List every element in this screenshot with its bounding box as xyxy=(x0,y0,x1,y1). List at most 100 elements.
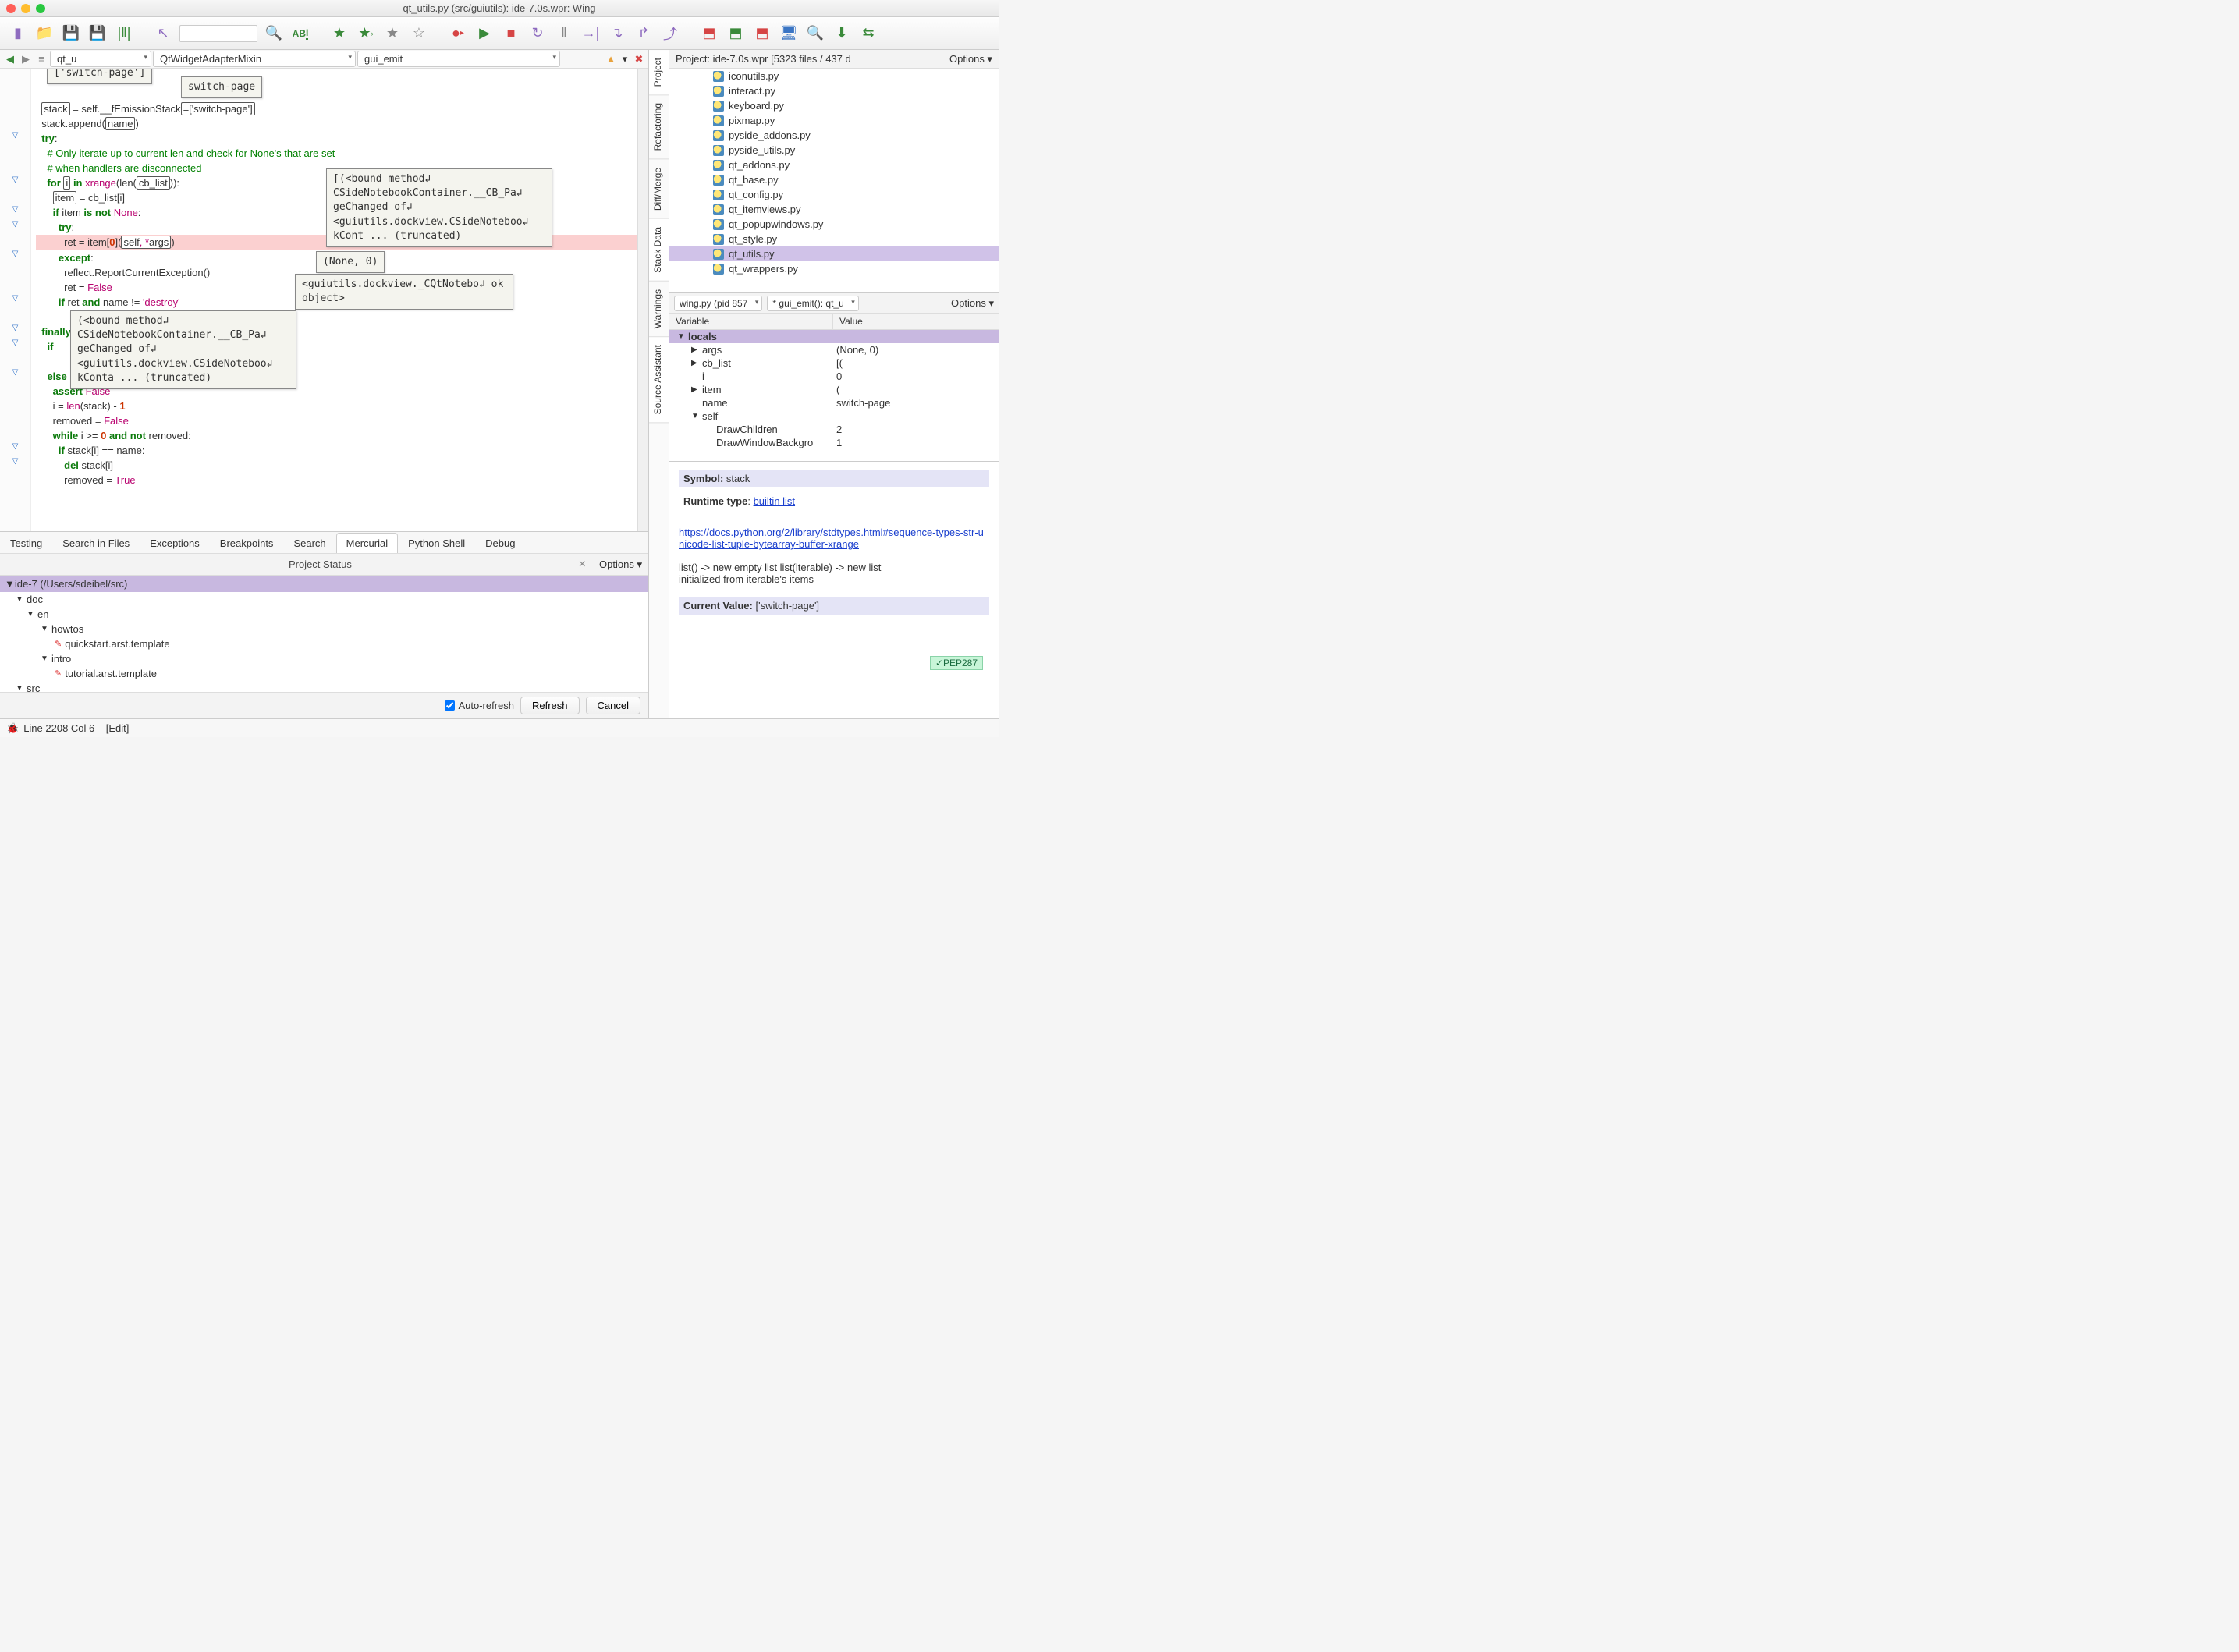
fold-icon[interactable]: ▽ xyxy=(0,457,30,472)
stack-row[interactable]: i0 xyxy=(669,370,999,383)
tab-debug[interactable]: Debug xyxy=(475,533,525,553)
project-file[interactable]: qt_base.py xyxy=(669,172,999,187)
options-link[interactable]: Options ▾ xyxy=(951,297,994,310)
tree-root[interactable]: ▼ide-7 (/Users/sdeibel/src) xyxy=(0,576,648,592)
nav-fwd-icon[interactable]: ▶ xyxy=(19,53,33,66)
project-file[interactable]: qt_config.py xyxy=(669,187,999,202)
warning-icon[interactable]: ▲ xyxy=(605,53,617,66)
stack-row[interactable]: ▶item( xyxy=(669,383,999,396)
project-file[interactable]: qt_style.py xyxy=(669,232,999,246)
pause-icon[interactable]: ‖ xyxy=(554,23,574,44)
open-folder-icon[interactable]: 📁 xyxy=(34,23,55,44)
stack-row[interactable]: ▼self xyxy=(669,409,999,423)
fold-icon[interactable]: ▽ xyxy=(0,442,30,457)
fold-icon[interactable]: ▽ xyxy=(0,131,30,146)
tab-python-shell[interactable]: Python Shell xyxy=(398,533,475,553)
fold-icon[interactable]: ▽ xyxy=(0,294,30,309)
tree-row[interactable]: ▼en xyxy=(0,607,648,622)
stack-row[interactable]: nameswitch-page xyxy=(669,396,999,409)
tab-search-in-files[interactable]: Search in Files xyxy=(52,533,140,553)
stack-row[interactable]: ▶args(None, 0) xyxy=(669,343,999,356)
bug-icon[interactable]: 🐞 xyxy=(6,722,19,735)
class-selector[interactable]: QtWidgetAdapterMixin xyxy=(153,51,356,67)
tree-row[interactable]: ▼doc xyxy=(0,592,648,607)
maximize-icon[interactable] xyxy=(36,4,45,13)
run-icon[interactable]: ▶ xyxy=(474,23,495,44)
nav-back-icon[interactable]: ◀ xyxy=(3,53,17,66)
fold-icon[interactable]: ▽ xyxy=(0,324,30,339)
project-file[interactable]: qt_utils.py xyxy=(669,246,999,261)
project-file[interactable]: interact.py xyxy=(669,83,999,98)
dropdown-icon[interactable]: ▾ xyxy=(619,53,631,66)
tab-diffmerge[interactable]: Diff/Merge xyxy=(649,160,669,219)
editor-scrollbar[interactable] xyxy=(637,69,648,531)
tab-search[interactable]: Search xyxy=(283,533,335,553)
dbg-icon-3[interactable]: ⬒ xyxy=(752,23,772,44)
project-file[interactable]: pixmap.py xyxy=(669,113,999,128)
project-file[interactable]: qt_addons.py xyxy=(669,158,999,172)
stack-row[interactable]: DrawChildren2 xyxy=(669,423,999,436)
letters-icon[interactable]: ABI xyxy=(290,23,310,44)
options-link[interactable]: Options ▾ xyxy=(599,558,642,571)
frame-selector[interactable]: * gui_emit(): qt_u xyxy=(767,296,858,311)
monitor-icon[interactable]: 🖥 xyxy=(779,23,799,44)
tree-row[interactable]: ▼howtos xyxy=(0,622,648,636)
refresh-button[interactable]: Refresh xyxy=(520,697,580,714)
tab-breakpoints[interactable]: Breakpoints xyxy=(210,533,284,553)
tab-source-assistant[interactable]: Source Assistant xyxy=(649,337,669,423)
dbg-icon-2[interactable]: ⬒ xyxy=(726,23,746,44)
bookmark-icon[interactable]: ★ xyxy=(329,23,350,44)
project-file[interactable]: pyside_addons.py xyxy=(669,128,999,143)
close-icon[interactable] xyxy=(6,4,16,13)
bookmark-next-icon[interactable]: ★› xyxy=(356,23,376,44)
stack-row[interactable]: DrawWindowBackgro1 xyxy=(669,436,999,449)
pointer-icon[interactable]: ↖ xyxy=(153,23,173,44)
cancel-button[interactable]: Cancel xyxy=(586,697,640,714)
fold-icon[interactable]: ▽ xyxy=(0,220,30,235)
tree-row[interactable]: ▼src xyxy=(0,681,648,692)
minimize-icon[interactable] xyxy=(21,4,30,13)
tab-stackdata[interactable]: Stack Data xyxy=(649,219,669,282)
project-file[interactable]: pyside_utils.py xyxy=(669,143,999,158)
tab-mercurial[interactable]: Mercurial xyxy=(336,533,398,553)
restart-icon[interactable]: ↻ xyxy=(527,23,548,44)
auto-refresh-checkbox[interactable]: Auto-refresh xyxy=(445,700,514,711)
tree-row[interactable]: ▼intro xyxy=(0,651,648,666)
file-selector[interactable]: qt_u xyxy=(50,51,151,67)
code-editor[interactable]: return False stack = self.__fEmissionSta… xyxy=(31,69,637,531)
stack-row[interactable]: ▼locals xyxy=(669,330,999,343)
columns-icon[interactable]: |‖| xyxy=(114,23,134,44)
step-into-icon[interactable]: →| xyxy=(580,23,601,44)
step-out-icon[interactable]: ↱ xyxy=(633,23,654,44)
tab-warnings[interactable]: Warnings xyxy=(649,282,669,337)
step-over-icon[interactable]: ↴ xyxy=(607,23,627,44)
tree-row[interactable]: ✎tutorial.arst.template xyxy=(0,666,648,681)
down-arrow-icon[interactable]: ⬇ xyxy=(832,23,852,44)
stack-row[interactable]: ▶cb_list[( xyxy=(669,356,999,370)
sync-icon[interactable]: ⇆ xyxy=(858,23,878,44)
step-return-icon[interactable]: ⤴ xyxy=(660,23,680,44)
bookmark-prev-icon[interactable]: ★ xyxy=(382,23,403,44)
type-link[interactable]: builtin list xyxy=(754,495,795,507)
find-icon[interactable]: 🔍 xyxy=(805,23,825,44)
stop-icon[interactable]: ■ xyxy=(501,23,521,44)
save-icon[interactable]: 💾 xyxy=(61,23,81,44)
project-file[interactable]: qt_popupwindows.py xyxy=(669,217,999,232)
project-file[interactable]: qt_wrappers.py xyxy=(669,261,999,276)
panel-title[interactable]: Project Status xyxy=(289,558,352,570)
dbg-icon-1[interactable]: ⬒ xyxy=(699,23,719,44)
save-all-icon[interactable]: 💾 xyxy=(87,23,108,44)
hg-tree[interactable]: ▼ide-7 (/Users/sdeibel/src) ▼doc▼en▼howt… xyxy=(0,576,648,692)
project-file[interactable]: qt_itemviews.py xyxy=(669,202,999,217)
project-file[interactable]: iconutils.py xyxy=(669,69,999,83)
breakpoint-icon[interactable]: ●▸ xyxy=(448,23,468,44)
fold-icon[interactable]: ▽ xyxy=(0,339,30,353)
tab-refactoring[interactable]: Refactoring xyxy=(649,95,669,159)
project-file[interactable]: keyboard.py xyxy=(669,98,999,113)
search-input[interactable] xyxy=(179,25,257,42)
fold-icon[interactable]: ▽ xyxy=(0,205,30,220)
func-selector[interactable]: gui_emit xyxy=(357,51,560,67)
project-file-list[interactable]: iconutils.pyinteract.pykeyboard.pypixmap… xyxy=(669,69,999,292)
tab-testing[interactable]: Testing xyxy=(0,533,52,553)
fold-icon[interactable]: ▽ xyxy=(0,250,30,264)
